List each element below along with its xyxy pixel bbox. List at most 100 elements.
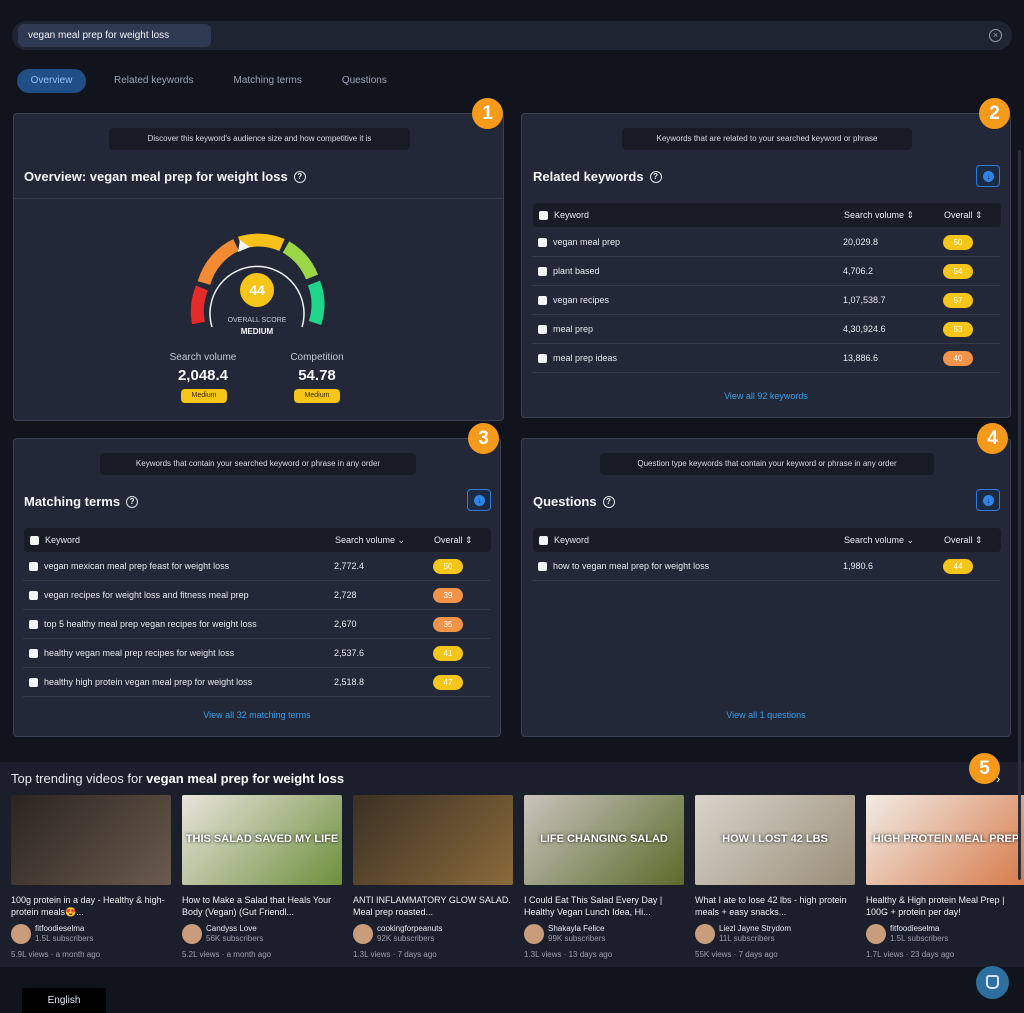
tab-matching-terms[interactable]: Matching terms <box>221 69 313 93</box>
video-channel: fitfoodieselma 1.5L subscribers <box>11 923 171 945</box>
video-card[interactable]: LIFE CHANGING SALAD I Could Eat This Sala… <box>524 795 684 959</box>
tab-questions[interactable]: Questions <box>330 69 399 93</box>
view-all-keywords-link[interactable]: View all 92 keywords <box>681 391 851 401</box>
video-card[interactable]: THIS SALAD SAVED MY LIFE How to Make a Sa… <box>182 795 342 959</box>
col-overall[interactable]: Overall ⇕ <box>944 210 983 221</box>
row-checkbox[interactable] <box>538 325 547 334</box>
table-row[interactable]: meal prep 4,30,924.6 53 <box>532 315 1000 344</box>
video-card[interactable]: HIGH PROTEIN MEAL PREP Healthy & High pro… <box>866 795 1024 959</box>
video-thumbnail[interactable]: HOW I LOST 42 LBS <box>695 795 855 885</box>
row-checkbox[interactable] <box>538 562 547 571</box>
video-thumbnail[interactable]: THIS SALAD SAVED MY LIFE <box>182 795 342 885</box>
download-button[interactable]: ↓ <box>976 489 1000 511</box>
video-title[interactable]: How to Make a Salad that Heals Your Body… <box>182 894 342 918</box>
table-row[interactable]: how to vegan meal prep for weight loss 1,… <box>532 552 1000 581</box>
avatar[interactable] <box>353 924 373 944</box>
avatar[interactable] <box>695 924 715 944</box>
video-title[interactable]: I Could Eat This Salad Every Day | Healt… <box>524 894 684 918</box>
clear-search-icon[interactable]: × <box>989 29 1002 42</box>
row-checkbox[interactable] <box>29 562 38 571</box>
video-card[interactable]: ANTI INFLAMMATORY GLOW SALAD. Meal prep … <box>353 795 513 959</box>
video-title[interactable]: ANTI INFLAMMATORY GLOW SALAD. Meal prep … <box>353 894 513 918</box>
help-icon[interactable]: ? <box>126 495 139 508</box>
table-row[interactable]: healthy high protein vegan meal prep for… <box>23 668 490 697</box>
row-checkbox[interactable] <box>538 296 547 305</box>
sort-icon: ⌄ <box>397 535 406 545</box>
video-title[interactable]: What I ate to lose 42 lbs - high protein… <box>695 894 855 918</box>
related-title-text: Related keywords <box>533 169 644 184</box>
video-card[interactable]: 100g protein in a day - Healthy & high-p… <box>11 795 171 959</box>
search-volume-level: Medium <box>181 389 227 403</box>
avatar[interactable] <box>524 924 544 944</box>
trending-videos-section: Top trending videos for vegan meal prep … <box>0 762 1024 967</box>
table-row[interactable]: vegan meal prep 20,029.8 50 <box>532 228 1000 257</box>
help-icon[interactable]: ? <box>649 170 662 183</box>
scrollbar[interactable] <box>1018 150 1021 880</box>
channel-name[interactable]: fitfoodieselma <box>35 924 84 933</box>
col-keyword[interactable]: Keyword <box>45 535 80 545</box>
channel-name[interactable]: cookingforpeanuts <box>377 924 442 933</box>
search-query-chip[interactable]: vegan meal prep for weight loss <box>18 24 211 47</box>
select-all-checkbox[interactable] <box>539 211 548 220</box>
questions-title-text: Questions <box>533 494 597 509</box>
avatar[interactable] <box>11 924 31 944</box>
video-thumbnail[interactable] <box>11 795 171 885</box>
view-all-matching-link[interactable]: View all 32 matching terms <box>172 710 342 720</box>
col-overall[interactable]: Overall ⇕ <box>434 535 473 546</box>
channel-name[interactable]: fitfoodieselma <box>890 924 939 933</box>
channel-name[interactable]: Liezl Jayne Strydom <box>719 924 791 933</box>
search-volume-cell: 1,07,538.7 <box>843 295 886 305</box>
col-overall[interactable]: Overall ⇕ <box>944 535 983 546</box>
col-search-volume[interactable]: Search volume ⌄ <box>844 535 914 546</box>
row-checkbox[interactable] <box>29 678 38 687</box>
col-search-volume[interactable]: Search volume ⇕ <box>844 210 914 221</box>
score-level: MEDIUM <box>240 327 274 336</box>
video-title[interactable]: Healthy & High protein Meal Prep | 100G … <box>866 894 1024 918</box>
questions-title: Questions ? <box>533 494 615 509</box>
video-card[interactable]: HOW I LOST 42 LBS What I ate to lose 42 l… <box>695 795 855 959</box>
table-row[interactable]: top 5 healthy meal prep vegan recipes fo… <box>23 610 490 639</box>
tab-related-keywords[interactable]: Related keywords <box>102 69 205 93</box>
download-button[interactable]: ↓ <box>467 489 491 511</box>
avatar[interactable] <box>866 924 886 944</box>
select-all-checkbox[interactable] <box>30 536 39 545</box>
divider <box>14 198 503 199</box>
download-button[interactable]: ↓ <box>976 165 1000 187</box>
table-row[interactable]: vegan mexican meal prep feast for weight… <box>23 552 490 581</box>
overall-score-pill: 57 <box>943 293 973 308</box>
table-row[interactable]: vegan recipes 1,07,538.7 57 <box>532 286 1000 315</box>
video-thumbnail[interactable]: HIGH PROTEIN MEAL PREP <box>866 795 1024 885</box>
download-icon: ↓ <box>983 495 994 506</box>
col-keyword[interactable]: Keyword <box>554 210 589 220</box>
table-row[interactable]: healthy vegan meal prep recipes for weig… <box>23 639 490 668</box>
video-channel: Shakayla Felice 99K subscribers <box>524 923 684 945</box>
sort-icon: ⇕ <box>975 535 983 545</box>
chat-button[interactable] <box>976 966 1009 999</box>
channel-name[interactable]: Shakayla Felice <box>548 924 604 933</box>
row-checkbox[interactable] <box>538 267 547 276</box>
row-checkbox[interactable] <box>29 620 38 629</box>
table-row[interactable]: vegan recipes for weight loss and fitnes… <box>23 581 490 610</box>
row-checkbox[interactable] <box>29 649 38 658</box>
channel-name[interactable]: Candyss Love <box>206 924 257 933</box>
table-row[interactable]: plant based 4,706.2 54 <box>532 257 1000 286</box>
col-keyword[interactable]: Keyword <box>554 535 589 545</box>
language-selector[interactable]: English <box>22 988 106 1013</box>
related-title: Related keywords ? <box>533 169 662 184</box>
row-checkbox[interactable] <box>538 354 547 363</box>
help-icon[interactable]: ? <box>602 495 615 508</box>
video-thumbnail[interactable]: LIFE CHANGING SALAD <box>524 795 684 885</box>
video-title[interactable]: 100g protein in a day - Healthy & high-p… <box>11 894 171 918</box>
select-all-checkbox[interactable] <box>539 536 548 545</box>
tab-overview[interactable]: Overview <box>17 69 86 93</box>
video-thumbnail[interactable] <box>353 795 513 885</box>
view-all-questions-link[interactable]: View all 1 questions <box>681 710 851 720</box>
search-bar[interactable]: vegan meal prep for weight loss × <box>12 21 1012 50</box>
row-checkbox[interactable] <box>29 591 38 600</box>
keyword-cell: vegan recipes for weight loss and fitnes… <box>44 590 249 600</box>
avatar[interactable] <box>182 924 202 944</box>
help-icon[interactable]: ? <box>293 170 306 183</box>
row-checkbox[interactable] <box>538 238 547 247</box>
col-search-volume[interactable]: Search volume ⌄ <box>335 535 405 546</box>
table-row[interactable]: meal prep ideas 13,886.6 40 <box>532 344 1000 373</box>
